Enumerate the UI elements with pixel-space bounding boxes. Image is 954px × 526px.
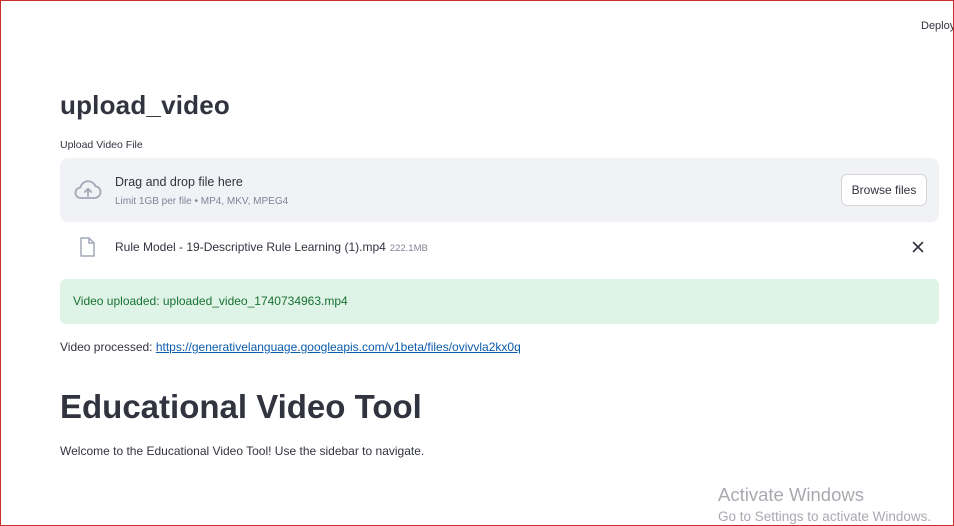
page-title: Educational Video Tool <box>60 388 422 425</box>
file-dropzone[interactable]: Drag and drop file here Limit 1GB per fi… <box>60 158 939 222</box>
dropzone-title: Drag and drop file here <box>115 175 243 189</box>
video-processed-line: Video processed: https://generativelangu… <box>60 340 521 354</box>
browse-files-button[interactable]: Browse files <box>841 174 927 206</box>
upload-heading: upload_video <box>60 90 230 120</box>
deploy-button[interactable]: Deploy <box>921 20 954 32</box>
processed-prefix: Video processed: <box>60 340 156 354</box>
file-icon <box>80 237 95 257</box>
watermark-title: Activate Windows <box>718 484 864 505</box>
file-size: 222.1MB <box>389 243 428 254</box>
welcome-text: Welcome to the Educational Video Tool! U… <box>60 444 425 458</box>
uploaded-file-name: Rule Model - 19-Descriptive Rule Learnin… <box>115 240 428 254</box>
activate-windows-watermark: Activate Windows Go to Settings to activ… <box>718 484 954 526</box>
processed-file-link[interactable]: https://generativelanguage.googleapis.co… <box>156 340 521 354</box>
dropzone-limit: Limit 1GB per file • MP4, MKV, MPEG4 <box>115 196 289 207</box>
success-alert: Video uploaded: uploaded_video_174073496… <box>60 279 939 324</box>
file-name-text: Rule Model - 19-Descriptive Rule Learnin… <box>115 240 386 254</box>
success-alert-text: Video uploaded: uploaded_video_174073496… <box>73 294 348 308</box>
uploaded-file-row: Rule Model - 19-Descriptive Rule Learnin… <box>60 232 939 262</box>
uploader-label: Upload Video File <box>60 139 143 151</box>
cloud-upload-icon <box>74 180 102 199</box>
watermark-subtitle: Go to Settings to activate Windows. <box>718 509 932 524</box>
close-icon[interactable] <box>911 240 925 254</box>
